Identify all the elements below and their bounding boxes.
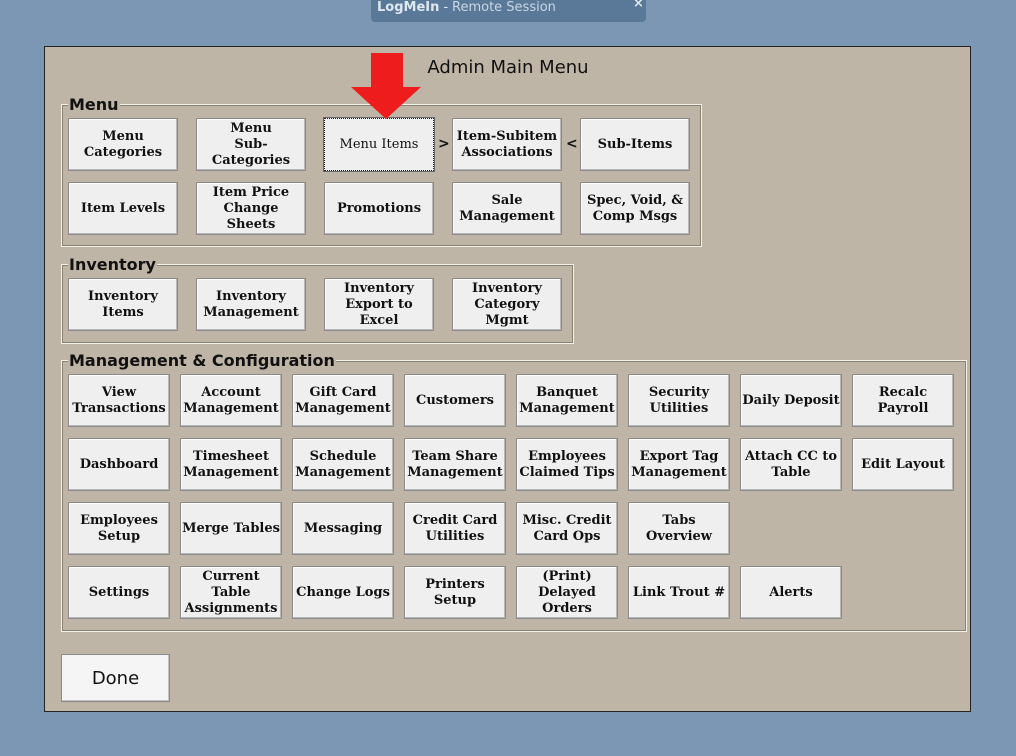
schedule-management-button[interactable]: Schedule Management	[292, 438, 394, 491]
inventory-category-mgmt-button[interactable]: Inventory Category Mgmt	[452, 278, 562, 331]
employees-setup-button[interactable]: Employees Setup	[68, 502, 170, 555]
inventory-items-button[interactable]: Inventory Items	[68, 278, 178, 331]
menu-categories-button[interactable]: Menu Categories	[68, 118, 178, 171]
daily-deposit-button[interactable]: Daily Deposit	[740, 374, 842, 427]
remote-session-tab: LogMeIn - Remote Session ×	[371, 0, 646, 22]
team-share-management-button[interactable]: Team Share Management	[404, 438, 506, 491]
dialog-title: Admin Main Menu	[427, 57, 589, 78]
attach-cc-to-table-button[interactable]: Attach CC to Table	[740, 438, 842, 491]
messaging-button[interactable]: Messaging	[292, 502, 394, 555]
menu-items-button[interactable]: Menu Items	[324, 118, 434, 171]
employees-claimed-tips-button[interactable]: Employees Claimed Tips	[516, 438, 618, 491]
recalc-payroll-button[interactable]: Recalc Payroll	[852, 374, 954, 427]
menu-subcategories-button[interactable]: Menu Sub-Categories	[196, 118, 306, 171]
alerts-button[interactable]: Alerts	[740, 566, 842, 619]
done-button[interactable]: Done	[61, 654, 170, 702]
current-table-assignments-button[interactable]: Current Table Assignments	[180, 566, 282, 619]
change-logs-button[interactable]: Change Logs	[292, 566, 394, 619]
inventory-management-button[interactable]: Inventory Management	[196, 278, 306, 331]
export-tag-management-button[interactable]: Export Tag Management	[628, 438, 730, 491]
session-label: Remote Session	[452, 0, 556, 15]
management-legend: Management & Configuration	[68, 351, 336, 370]
spec-void-comp-msgs-button[interactable]: Spec, Void, & Comp Msgs	[580, 182, 690, 235]
credit-card-utilities-button[interactable]: Credit Card Utilities	[404, 502, 506, 555]
item-subitem-associations-button[interactable]: Item-Subitem Associations	[452, 118, 562, 171]
account-management-button[interactable]: Account Management	[180, 374, 282, 427]
inventory-legend: Inventory	[68, 255, 157, 274]
sale-management-button[interactable]: Sale Management	[452, 182, 562, 235]
item-price-change-sheets-button[interactable]: Item Price Change Sheets	[196, 182, 306, 235]
dashboard-button[interactable]: Dashboard	[68, 438, 170, 491]
red-down-arrow-icon	[351, 53, 421, 119]
logmein-brand: LogMeIn -	[377, 0, 449, 15]
item-levels-button[interactable]: Item Levels	[68, 182, 178, 235]
merge-tables-button[interactable]: Merge Tables	[180, 502, 282, 555]
customers-button[interactable]: Customers	[404, 374, 506, 427]
edit-layout-button[interactable]: Edit Layout	[852, 438, 954, 491]
promotions-button[interactable]: Promotions	[324, 182, 434, 235]
misc-credit-card-ops-button[interactable]: Misc. Credit Card Ops	[516, 502, 618, 555]
timesheet-management-button[interactable]: Timesheet Management	[180, 438, 282, 491]
menu-legend: Menu	[68, 95, 120, 114]
settings-button[interactable]: Settings	[68, 566, 170, 619]
separator-greater: >	[438, 136, 450, 152]
view-transactions-button[interactable]: View Transactions	[68, 374, 170, 427]
print-delayed-orders-button[interactable]: (Print) Delayed Orders	[516, 566, 618, 619]
security-utilities-button[interactable]: Security Utilities	[628, 374, 730, 427]
admin-main-menu-dialog: Admin Main Menu Menu Menu Categories Men…	[44, 46, 971, 712]
sub-items-button[interactable]: Sub-Items	[580, 118, 690, 171]
banquet-management-button[interactable]: Banquet Management	[516, 374, 618, 427]
tabs-overview-button[interactable]: Tabs Overview	[628, 502, 730, 555]
link-trout-button[interactable]: Link Trout #	[628, 566, 730, 619]
close-icon[interactable]: ×	[633, 0, 644, 12]
printers-setup-button[interactable]: Printers Setup	[404, 566, 506, 619]
inventory-export-excel-button[interactable]: Inventory Export to Excel	[324, 278, 434, 331]
separator-less: <	[566, 136, 578, 152]
gift-card-management-button[interactable]: Gift Card Management	[292, 374, 394, 427]
